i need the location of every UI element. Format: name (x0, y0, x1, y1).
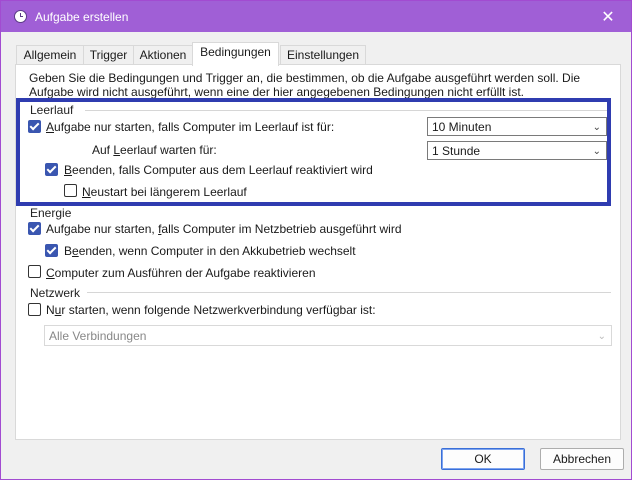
stop-if-active-checkbox[interactable] (45, 163, 58, 176)
stop-if-active-label[interactable]: Beenden, falls Computer aus dem Leerlauf… (64, 163, 373, 177)
start-on-ac-checkbox[interactable] (28, 222, 41, 235)
window-title: Aufgabe erstellen (35, 10, 129, 24)
title-bar[interactable]: Aufgabe erstellen ✕ (1, 1, 631, 32)
tab-einstellungen[interactable]: Einstellungen (280, 45, 366, 65)
cancel-button[interactable]: Abbrechen (540, 448, 624, 470)
close-icon: ✕ (601, 8, 615, 26)
wake-computer-checkbox[interactable] (28, 265, 41, 278)
wait-duration-value: 1 Stunde (432, 144, 481, 158)
idle-group-divider (85, 110, 611, 111)
wake-computer-label[interactable]: Computer zum Ausführen der Aufgabe reakt… (46, 266, 316, 280)
restart-idle-label[interactable]: Neustart bei längerem Leerlauf (82, 185, 247, 199)
idle-duration-value: 10 Minuten (432, 120, 492, 134)
start-if-idle-label[interactable]: Aufgabe nur starten, falls Computer im L… (46, 120, 334, 134)
stop-on-battery-label[interactable]: Beenden, wenn Computer in den Akkubetrie… (64, 244, 356, 258)
restart-idle-checkbox[interactable] (64, 184, 77, 197)
start-on-ac-label[interactable]: Aufgabe nur starten, falls Computer im N… (46, 222, 402, 236)
start-if-network-checkbox[interactable] (28, 303, 41, 316)
ok-button[interactable]: OK (441, 448, 525, 470)
network-group-divider (87, 292, 611, 293)
wait-duration-select[interactable]: 1 Stunde ⌄ (427, 141, 607, 160)
idle-group-label: Leerlauf (30, 103, 74, 117)
start-if-network-label[interactable]: Nur starten, wenn folgende Netzwerkverbi… (46, 303, 376, 317)
network-connection-select[interactable]: Alle Verbindungen ⌄ (44, 325, 612, 346)
chevron-down-icon: ⌄ (592, 146, 601, 157)
tab-bedingungen[interactable]: Bedingungen (192, 42, 279, 66)
dialog-window: Aufgabe erstellen ✕ Allgemein Trigger Ak… (0, 0, 632, 480)
wait-idle-label: Auf Leerlauf warten für: (92, 143, 217, 157)
chevron-down-icon: ⌄ (597, 331, 606, 342)
chevron-down-icon: ⌄ (592, 122, 601, 133)
tab-trigger[interactable]: Trigger (83, 45, 134, 65)
network-group-label: Netzwerk (30, 286, 81, 300)
description-text: Geben Sie die Bedingungen und Trigger an… (29, 71, 581, 98)
idle-duration-select[interactable]: 10 Minuten ⌄ (427, 117, 607, 136)
stop-on-battery-checkbox[interactable] (45, 244, 58, 257)
task-scheduler-icon (14, 10, 27, 23)
power-group-label: Energie (30, 206, 72, 220)
tab-aktionen[interactable]: Aktionen (133, 45, 193, 65)
network-connection-value: Alle Verbindungen (49, 329, 147, 343)
start-if-idle-checkbox[interactable] (28, 120, 41, 133)
tab-allgemein[interactable]: Allgemein (16, 45, 84, 65)
close-button[interactable]: ✕ (585, 1, 631, 32)
